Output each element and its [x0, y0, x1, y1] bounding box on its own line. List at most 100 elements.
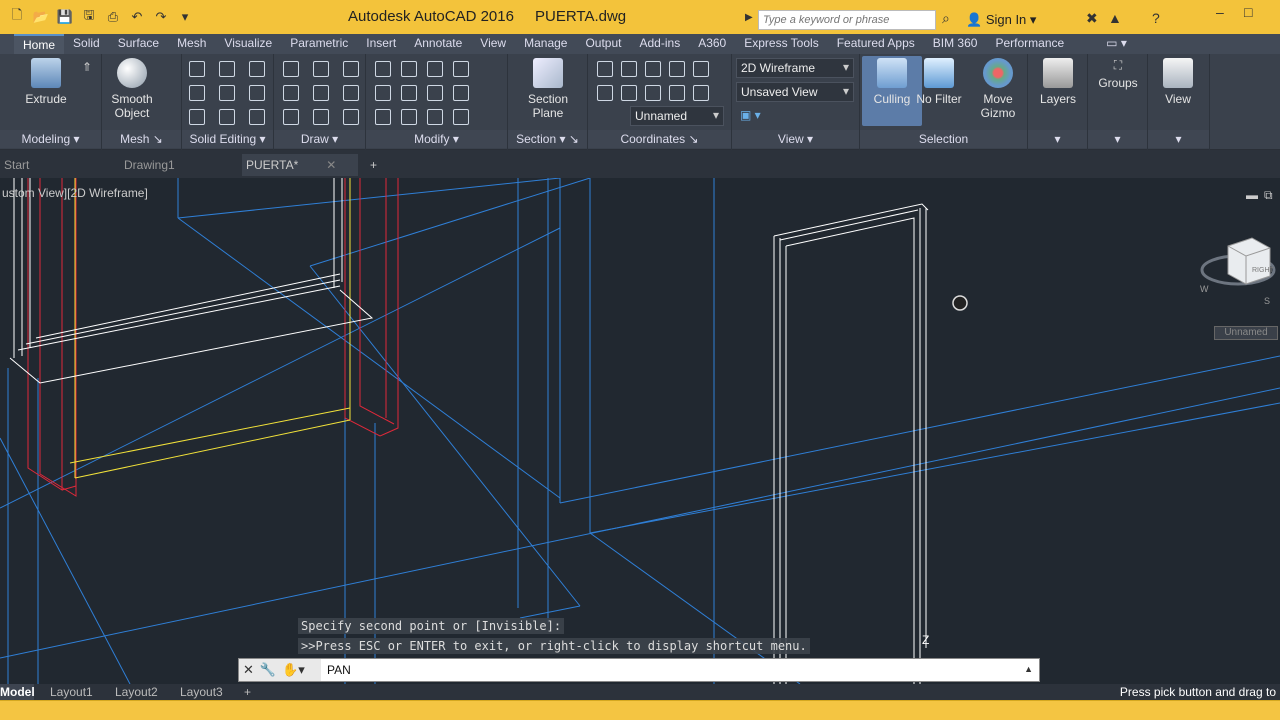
ucs-world-icon[interactable]: [621, 61, 637, 77]
viewport-config-icon[interactable]: ▣ ▾: [740, 108, 761, 122]
ucs-view-icon[interactable]: [693, 85, 709, 101]
tab-add-ins[interactable]: Add-ins: [631, 34, 690, 54]
close-icon[interactable]: ✕: [326, 158, 336, 172]
smooth-object-button[interactable]: Smooth Object: [102, 58, 162, 120]
groups-button[interactable]: ⛶ Groups: [1088, 58, 1148, 90]
layers-button[interactable]: Layers: [1028, 58, 1088, 106]
tab-insert[interactable]: Insert: [357, 34, 405, 54]
add-layout-button[interactable]: +: [244, 684, 251, 700]
tab-featured-apps[interactable]: Featured Apps: [828, 34, 924, 54]
tab-surface[interactable]: Surface: [109, 34, 168, 54]
new-tab-button[interactable]: +: [366, 154, 381, 176]
move-gizmo-button[interactable]: Move Gizmo: [968, 58, 1028, 120]
extrude-button[interactable]: Extrude: [16, 58, 76, 106]
ucs-y-icon[interactable]: [669, 61, 685, 77]
layers-dropdown[interactable]: ▾: [1028, 130, 1087, 148]
visual-style-dropdown[interactable]: 2D Wireframe: [736, 58, 854, 78]
offset-icon[interactable]: [453, 109, 469, 125]
save-icon[interactable]: 💾: [56, 8, 74, 26]
sign-in-button[interactable]: 👤 Sign In ▾: [966, 12, 1036, 28]
ucs-origin-icon[interactable]: [621, 85, 637, 101]
qat-dropdown-icon[interactable]: ▾: [176, 8, 194, 26]
panel-label-draw[interactable]: Draw ▾: [274, 130, 365, 148]
ucs-menu-label[interactable]: Unnamed: [1214, 326, 1278, 340]
stretch-icon[interactable]: [375, 109, 391, 125]
tab-model[interactable]: Model: [0, 684, 35, 700]
no-filter-button[interactable]: No Filter: [908, 58, 970, 106]
minimize-icon[interactable]: –: [1216, 4, 1224, 20]
array-icon[interactable]: [427, 109, 443, 125]
tab-view[interactable]: View: [471, 34, 515, 54]
mirror-icon[interactable]: [401, 85, 417, 101]
undo-icon[interactable]: ↶: [128, 8, 146, 26]
maximize-icon[interactable]: □: [1244, 4, 1252, 20]
tab-puerta[interactable]: PUERTA* ✕: [242, 154, 358, 176]
ucs-icon[interactable]: [597, 61, 613, 77]
section-plane-button[interactable]: Section Plane: [518, 58, 578, 120]
polyline-icon[interactable]: [313, 61, 329, 77]
tab-start[interactable]: Start: [0, 154, 114, 176]
spline-icon[interactable]: [283, 85, 299, 101]
tab-output[interactable]: Output: [576, 34, 630, 54]
boundary-icon[interactable]: [343, 109, 359, 125]
move-icon[interactable]: [375, 61, 391, 77]
thicken-icon[interactable]: [219, 109, 235, 125]
panel-label-mesh[interactable]: Mesh ↘: [102, 130, 181, 148]
binoculars-icon[interactable]: ⌕: [942, 10, 950, 27]
command-input[interactable]: [323, 659, 1013, 681]
panel-label-view[interactable]: View ▾: [732, 130, 859, 148]
tab-manage[interactable]: Manage: [515, 34, 576, 54]
viewport-controls-label[interactable]: ustom View][2D Wireframe]: [2, 186, 148, 200]
viewport-minimize-icon[interactable]: ▬: [1246, 188, 1258, 202]
shell-icon[interactable]: [249, 109, 265, 125]
panel-label-modeling[interactable]: Modeling ▾: [0, 130, 101, 148]
panel-label-solid-editing[interactable]: Solid Editing ▾: [182, 130, 273, 148]
tab-express-tools[interactable]: Express Tools: [735, 34, 827, 54]
circle-icon[interactable]: [343, 85, 359, 101]
explode-icon[interactable]: [453, 85, 469, 101]
pan-hand-icon[interactable]: ✋▾: [282, 662, 305, 678]
save-as-icon[interactable]: 🖫: [80, 7, 98, 26]
redo-icon[interactable]: ↷: [152, 8, 170, 26]
fillet-icon[interactable]: [427, 85, 443, 101]
arc-icon[interactable]: [343, 61, 359, 77]
exchange-apps-icon[interactable]: ✖: [1086, 10, 1098, 27]
slice-icon[interactable]: [219, 85, 235, 101]
tab-drawing1[interactable]: Drawing1: [120, 154, 238, 176]
command-history-toggle-icon[interactable]: ▲: [1024, 664, 1033, 674]
close-command-line-icon[interactable]: ✕: [243, 662, 254, 678]
view-button[interactable]: View: [1148, 58, 1208, 106]
tab-mesh[interactable]: Mesh: [168, 34, 215, 54]
ribbon-minimize-icon[interactable]: ▭ ▾: [1097, 34, 1136, 54]
search-input[interactable]: [758, 10, 936, 30]
print-icon[interactable]: ⎙: [104, 8, 122, 26]
tab-visualize[interactable]: Visualize: [215, 34, 281, 54]
panel-label-modify[interactable]: Modify ▾: [366, 130, 507, 148]
tab-a360[interactable]: A360: [689, 34, 735, 54]
ucs-name-dropdown[interactable]: Unnamed: [630, 106, 724, 126]
extract-edges-icon[interactable]: [249, 61, 265, 77]
rectangle-icon[interactable]: [313, 109, 329, 125]
ucs-z-icon[interactable]: [693, 61, 709, 77]
subtract-icon[interactable]: [189, 85, 205, 101]
open-icon[interactable]: 📂: [32, 8, 50, 26]
tab-annotate[interactable]: Annotate: [405, 34, 471, 54]
drawing-viewport[interactable]: RIGHT W S Z ustom View][2D Wireframe] ▬ …: [0, 178, 1280, 684]
customize-wrench-icon[interactable]: 🔧: [260, 662, 276, 678]
tab-home[interactable]: Home: [14, 34, 65, 54]
viewcube[interactable]: [1200, 237, 1276, 286]
tab-solid[interactable]: Solid: [64, 34, 109, 54]
panel-label-coordinates[interactable]: Coordinates ↘: [588, 130, 731, 148]
ucs-named-icon[interactable]: [597, 85, 613, 101]
presspull-icon[interactable]: ⇑: [82, 60, 92, 74]
ucs-zaxis-icon[interactable]: [645, 85, 661, 101]
scale-icon[interactable]: [401, 109, 417, 125]
search-expand-icon[interactable]: ▶: [745, 12, 753, 23]
copy-icon[interactable]: [375, 85, 391, 101]
panel-label-section[interactable]: Section ▾ ↘: [508, 130, 587, 148]
new-icon[interactable]: 🗋: [8, 7, 26, 26]
separate-icon[interactable]: [219, 61, 235, 77]
tab-layout1[interactable]: Layout1: [50, 684, 93, 700]
trim-icon[interactable]: [427, 61, 443, 77]
erase-icon[interactable]: [453, 61, 469, 77]
